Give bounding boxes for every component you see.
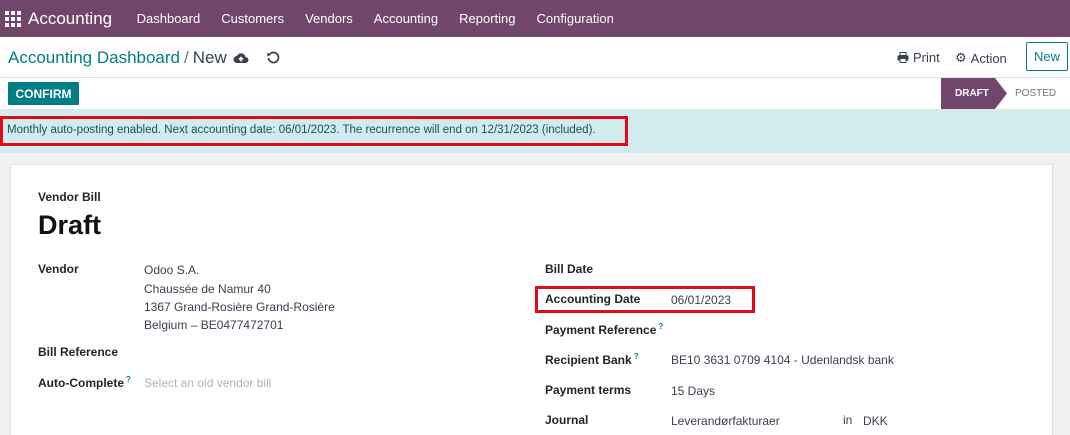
journal-label: Journal: [545, 413, 589, 427]
gear-icon: ⚙: [955, 50, 967, 65]
breadcrumb-parent[interactable]: Accounting Dashboard: [8, 48, 180, 67]
vendor-name[interactable]: Odoo S.A.: [144, 263, 199, 277]
payment-terms-label: Payment terms: [545, 383, 632, 397]
control-panel: Accounting Dashboard / New Print ⚙ Action …: [0, 37, 1070, 78]
vendor-label: Vendor: [38, 262, 79, 276]
help-tooltip-icon[interactable]: ?: [126, 375, 131, 384]
print-label: Print: [913, 50, 940, 65]
print-button[interactable]: Print: [897, 50, 940, 65]
stage-posted[interactable]: POSTED: [1015, 78, 1056, 109]
new-button[interactable]: New: [1026, 42, 1068, 71]
recipient-bank-label: Recipient Bank?: [545, 352, 639, 367]
breadcrumb-current: New: [192, 48, 227, 67]
payment-reference-label: Payment Reference?: [545, 322, 663, 337]
help-tooltip-icon[interactable]: ?: [634, 352, 639, 361]
nav-item-customers[interactable]: Customers: [211, 11, 295, 26]
breadcrumb-separator: /: [184, 48, 189, 67]
bill-title: Draft: [38, 210, 102, 240]
top-navbar: Accounting Dashboard Customers Vendors A…: [0, 0, 1070, 37]
vendor-address-line1: Chaussée de Namur 40: [144, 282, 271, 296]
nav-item-reporting[interactable]: Reporting: [449, 11, 526, 26]
recipient-bank-label-text: Recipient Bank: [545, 353, 632, 367]
bill-date-label: Bill Date: [545, 262, 594, 276]
stage-draft[interactable]: DRAFT: [941, 78, 1007, 109]
payment-terms-field[interactable]: 15 Days: [671, 384, 715, 398]
annotation-box-banner: [0, 116, 628, 146]
auto-complete-input[interactable]: Select an old vendor bill: [144, 376, 271, 390]
annotation-box-accounting-date: [535, 286, 755, 313]
nav-item-dashboard[interactable]: Dashboard: [126, 11, 211, 26]
vendor-address-line2: 1367 Grand-Rosière Grand-Rosière: [144, 300, 335, 314]
confirm-button[interactable]: CONFIRM: [8, 82, 79, 105]
cloud-upload-icon[interactable]: [233, 51, 249, 65]
undo-icon[interactable]: [266, 50, 280, 64]
action-button[interactable]: ⚙ Action: [955, 50, 1007, 66]
app-brand[interactable]: Accounting: [28, 9, 112, 29]
auto-complete-label-text: Auto-Complete: [38, 376, 124, 390]
apps-grid-icon[interactable]: [5, 10, 21, 27]
document-type: Vendor Bill: [38, 190, 101, 204]
nav-item-accounting[interactable]: Accounting: [363, 11, 448, 26]
journal-in-text: in: [843, 413, 853, 427]
action-label: Action: [970, 50, 1007, 66]
nav-item-vendors[interactable]: Vendors: [295, 11, 364, 26]
payment-reference-label-text: Payment Reference: [545, 323, 657, 337]
help-tooltip-icon[interactable]: ?: [658, 322, 663, 331]
vendor-address-line3: Belgium – BE0477472701: [144, 318, 284, 332]
nav-item-configuration[interactable]: Configuration: [526, 11, 624, 26]
recipient-bank-field[interactable]: BE10 3631 0709 4104 - Udenlandsk bank: [671, 353, 894, 367]
status-bar: CONFIRM DRAFT POSTED: [0, 78, 1070, 110]
auto-complete-label: Auto-Complete?: [38, 375, 131, 390]
breadcrumb: Accounting Dashboard / New: [8, 48, 227, 68]
print-icon: [897, 52, 909, 63]
journal-field[interactable]: Leverandørfakturaer: [671, 414, 780, 428]
currency-field[interactable]: DKK: [863, 414, 888, 428]
bill-reference-label: Bill Reference: [38, 345, 119, 359]
